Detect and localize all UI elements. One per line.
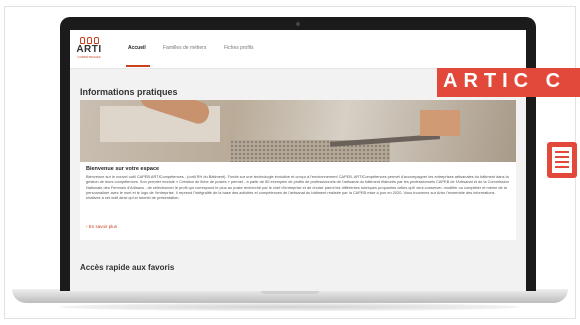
welcome-card: Bienvenue sur votre espace Bienvenue sur… [80,100,516,240]
card-body: Bienvenue sur le nouvel outil CAPEB ARTI… [86,174,509,201]
tab-accueil[interactable]: Accueil [128,45,146,51]
more-link-label: En savoir plus [88,224,118,229]
brand-banner-text: ARTIC C [443,70,567,92]
active-tab-indicator [126,65,150,67]
laptop-bezel: ARTI COMPÉTENCES Accueil Familles de mét… [60,17,536,291]
tab-familles-de-metiers[interactable]: Familles de métiers [163,45,206,51]
tab-fiches-profils[interactable]: Fiches profils [224,45,253,51]
camera-icon [296,22,300,26]
section-title-favoris: Accès rapide aux favoris [80,263,175,272]
card-title: Bienvenue sur votre espace [86,166,160,172]
hero-image [80,100,516,162]
chevron-right-icon: › [86,224,88,229]
logo-icon[interactable]: ARTI COMPÉTENCES [76,36,102,62]
logo-text: ARTI [76,44,102,55]
laptop-shadow [60,303,520,311]
top-navigation: ARTI COMPÉTENCES Accueil Familles de mét… [70,30,526,69]
hero-hand [420,110,460,136]
logo-figures [76,37,102,44]
section-title-informations: Informations pratiques [80,87,178,97]
more-link[interactable]: › En savoir plus [86,224,117,229]
document-icon [547,142,577,178]
logo-subtitle: COMPÉTENCES [77,55,101,59]
